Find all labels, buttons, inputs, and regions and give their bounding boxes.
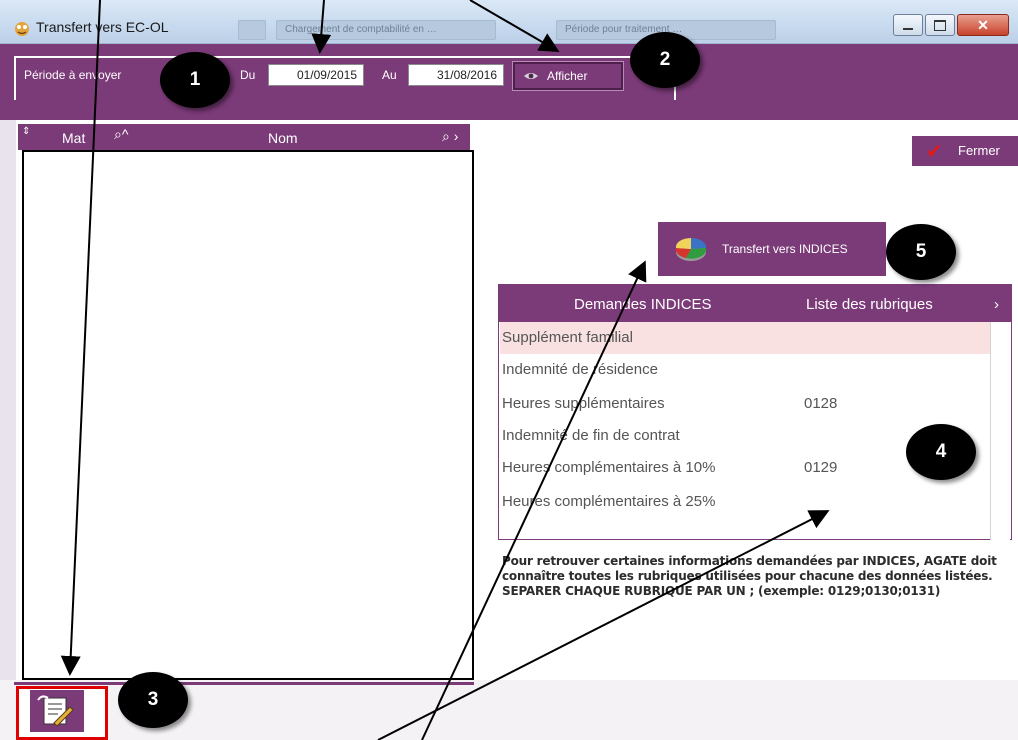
rubrique-code[interactable]: 0128	[804, 395, 837, 412]
edit-rubriques-button[interactable]	[30, 690, 84, 732]
fermer-label: Fermer	[958, 143, 1000, 158]
rubrique-name: Heures complémentaires à 10%	[502, 459, 716, 476]
left-margin	[0, 120, 16, 680]
background-tab-label: Chargement de comptabilité en …	[285, 24, 437, 35]
checkmark-icon: ✔	[926, 139, 943, 163]
callout-badge-5: 5	[886, 224, 956, 280]
background-tab[interactable]: Chargement de comptabilité en …	[276, 20, 496, 40]
document-edit-icon	[37, 695, 74, 727]
column-demandes[interactable]: Demandes INDICES	[574, 296, 712, 313]
window-title: Transfert vers EC-OL	[36, 19, 169, 35]
minimize-button[interactable]	[893, 14, 923, 36]
callout-badge-4: 4	[906, 424, 976, 480]
background-tab-icon	[238, 20, 266, 40]
rubrique-code[interactable]: 0129	[804, 459, 837, 476]
search-icon[interactable]: ⌕ ›	[442, 128, 458, 145]
eye-icon	[524, 73, 538, 79]
date-to-field[interactable]: 31/08/2016	[408, 64, 504, 86]
close-icon: ✕	[977, 16, 989, 33]
fermer-button[interactable]: ✔ Fermer	[912, 136, 1018, 166]
table-row[interactable]: Heures supplémentaires 0128	[500, 388, 990, 420]
callout-badge-3: 3	[118, 672, 188, 728]
column-mat[interactable]: Mat	[62, 130, 85, 146]
rubriques-header: Demandes INDICES Liste des rubriques ›	[498, 284, 1012, 322]
callout-badge-2: 2	[630, 32, 700, 88]
info-text: Pour retrouver certaines informations de…	[502, 554, 997, 598]
app-icon	[15, 22, 29, 36]
date-from-label: Du	[240, 68, 256, 82]
employee-list[interactable]	[22, 150, 474, 680]
rubrique-name: Heures supplémentaires	[502, 395, 665, 412]
callout-badge-1: 1	[160, 52, 230, 108]
transfert-label: Transfert vers INDICES	[722, 242, 848, 256]
sort-icon[interactable]: ⇕	[22, 126, 30, 137]
rubrique-name: Supplément familial	[502, 329, 633, 346]
table-row[interactable]: Heures complémentaires à 25%	[500, 486, 990, 518]
column-nom[interactable]: Nom	[268, 130, 298, 146]
section-divider	[0, 100, 1018, 120]
date-to-label: Au	[382, 68, 397, 82]
minimize-icon	[903, 28, 913, 30]
afficher-label: Afficher	[547, 69, 588, 83]
rubrique-name: Indemnité de résidence	[502, 361, 658, 378]
column-liste[interactable]: Liste des rubriques	[806, 296, 933, 313]
table-row[interactable]: Supplément familial	[500, 322, 990, 354]
rubrique-name: Indemnité de fin de contrat	[502, 427, 680, 444]
date-from-field[interactable]: 01/09/2015	[268, 64, 364, 86]
list-header: ⇕ Mat ⌕^ Nom ⌕ ›	[18, 124, 470, 150]
rubrique-name: Heures complémentaires à 25%	[502, 493, 716, 510]
table-row[interactable]: Indemnité de résidence	[500, 354, 990, 386]
maximize-icon	[934, 19, 946, 31]
period-label: Période à envoyer	[24, 68, 122, 82]
list-footer-line	[14, 682, 474, 685]
search-icon[interactable]: ⌕^	[114, 126, 128, 143]
pie-chart-icon	[675, 237, 707, 261]
table-scrollbar[interactable]	[990, 322, 1010, 540]
transfert-indices-button[interactable]: Transfert vers INDICES	[658, 222, 886, 276]
close-button[interactable]: ✕	[957, 14, 1009, 36]
maximize-button[interactable]	[925, 14, 955, 36]
chevron-right-icon[interactable]: ›	[994, 296, 999, 313]
